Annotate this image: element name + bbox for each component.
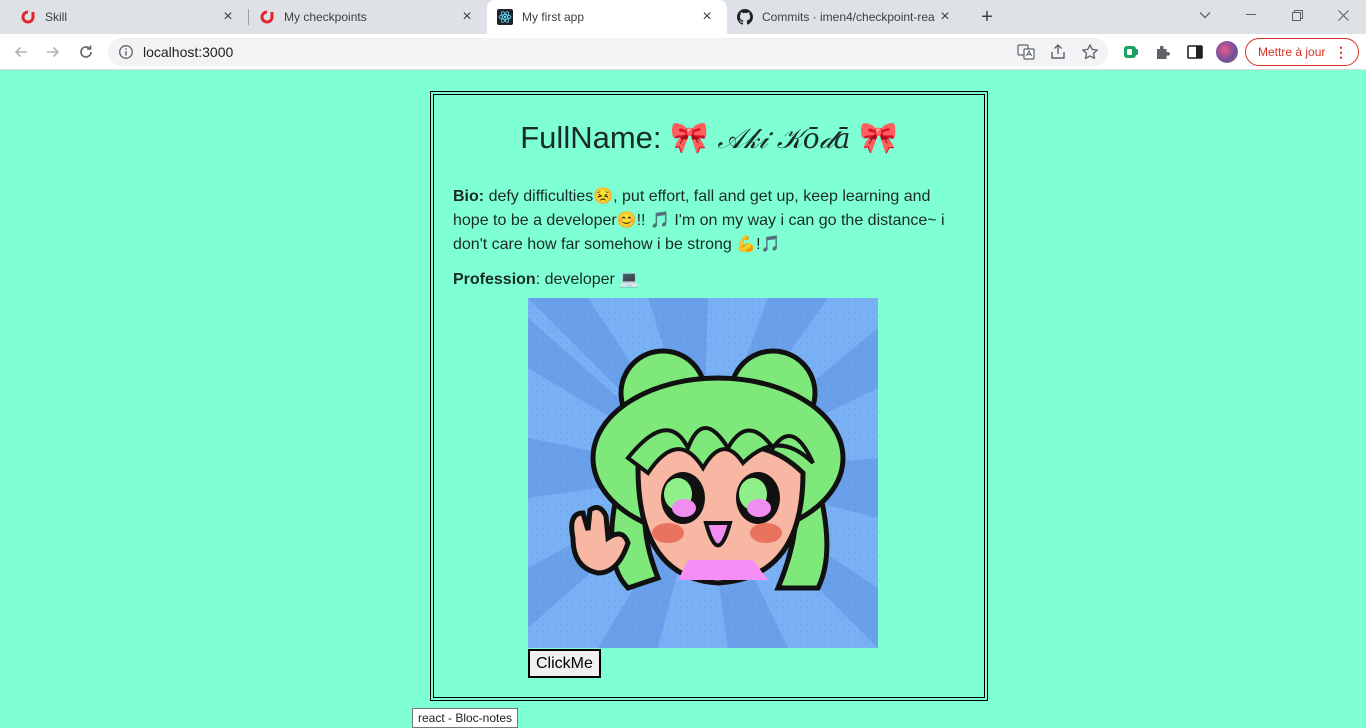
tab-label: Skill — [45, 10, 68, 24]
profile-picture — [528, 298, 878, 648]
tab-my-first-app[interactable]: My first app × — [487, 0, 727, 34]
close-tab-icon[interactable]: × — [937, 9, 953, 25]
browser-tab-strip: Skill × My checkpoints × My first app × … — [0, 0, 1366, 34]
site-info-icon[interactable] — [118, 44, 134, 60]
more-vertical-icon[interactable]: ⋮ — [1334, 44, 1348, 60]
tab-label: My first app — [522, 10, 585, 24]
share-icon[interactable] — [1049, 43, 1067, 61]
bio-paragraph: Bio: defy difficulties😣, put effort, fal… — [453, 185, 963, 257]
update-chrome-button[interactable]: Mettre à jour ⋮ — [1245, 38, 1359, 66]
forward-arrow-icon[interactable] — [39, 38, 67, 66]
clickme-button[interactable]: ClickMe — [528, 649, 601, 678]
side-panel-icon[interactable] — [1185, 42, 1205, 62]
tab-label: Commits · imen4/checkpoint-rea — [762, 10, 935, 24]
close-window-icon[interactable] — [1320, 0, 1366, 30]
restore-window-icon[interactable] — [1274, 0, 1320, 30]
taskbar-tooltip: react - Bloc-notes — [412, 708, 519, 728]
profession-label: Profession — [453, 271, 536, 288]
bio-text: defy difficulties😣, put effort, fall and… — [453, 188, 945, 253]
profession-text: : developer 💻 — [535, 271, 640, 288]
extensions-puzzle-icon[interactable] — [1153, 42, 1173, 62]
profile-card: FullName: 🎀 𝒜𝓀𝒾 𝒦ō𝒹ā 🎀 Bio: defy difficu… — [430, 91, 988, 701]
minimize-window-icon[interactable] — [1228, 0, 1274, 30]
react-logo-icon — [497, 9, 513, 25]
ribbon-icon: 🎀 — [670, 120, 709, 156]
tab-skill[interactable]: Skill × — [0, 0, 248, 34]
reload-icon[interactable] — [72, 38, 100, 66]
url-text: localhost:3000 — [143, 44, 234, 60]
profession-paragraph: Profession: developer 💻 — [453, 268, 639, 292]
tab-search-chevron-icon[interactable] — [1182, 0, 1228, 30]
bio-label: Bio: — [453, 188, 485, 205]
github-icon — [737, 9, 753, 25]
profile-avatar[interactable] — [1216, 41, 1238, 63]
fullname-heading: FullName: 🎀 𝒜𝓀𝒾 𝒦ō𝒹ā 🎀 — [434, 119, 984, 156]
fullname-label: FullName: — [520, 120, 662, 155]
new-tab-button[interactable]: + — [976, 6, 998, 28]
close-tab-icon[interactable]: × — [220, 9, 236, 25]
fullname-value: 𝒜𝓀𝒾 𝒦ō𝒹ā — [717, 122, 851, 155]
ribbon-icon: 🎀 — [859, 120, 898, 156]
tab-github-commits[interactable]: Commits · imen4/checkpoint-rea × — [727, 0, 965, 34]
close-tab-icon[interactable]: × — [459, 9, 475, 25]
back-arrow-icon[interactable] — [7, 38, 35, 66]
bookmark-star-icon[interactable] — [1081, 43, 1099, 61]
browser-toolbar: localhost:3000 Mettre à jour ⋮ — [0, 34, 1366, 70]
skill-logo-icon — [20, 9, 36, 25]
close-tab-icon[interactable]: × — [699, 9, 715, 25]
tab-label: My checkpoints — [284, 10, 367, 24]
update-button-label: Mettre à jour — [1258, 45, 1326, 59]
skill-logo-icon — [259, 9, 275, 25]
translate-icon[interactable] — [1017, 43, 1035, 61]
address-bar[interactable]: localhost:3000 — [108, 38, 1108, 66]
extension-green-icon[interactable] — [1121, 42, 1141, 62]
tab-my-checkpoints[interactable]: My checkpoints × — [249, 0, 487, 34]
